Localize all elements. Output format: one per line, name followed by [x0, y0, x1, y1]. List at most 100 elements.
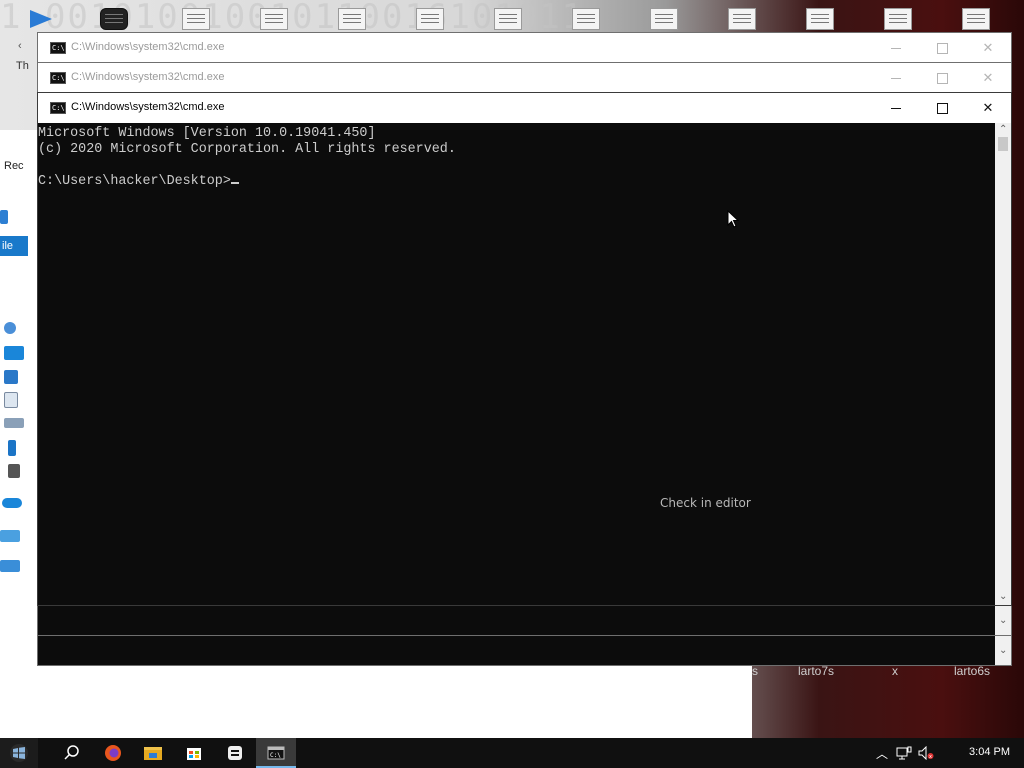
window-title: C:\Windows\system32\cmd.exe	[71, 41, 225, 53]
scrollbar-down-area[interactable]: ⌄	[995, 605, 1011, 635]
desktop-file-icon[interactable]	[806, 8, 834, 30]
mouse-pointer-icon	[727, 210, 739, 228]
text-cursor	[230, 182, 239, 184]
console-line: (c) 2020 Microsoft Corporation. All righ…	[38, 142, 456, 157]
scroll-down-arrow-icon[interactable]: ⌄	[999, 615, 1007, 626]
close-icon: ✕	[982, 70, 994, 85]
console-prompt-line[interactable]: C:\Users\hacker\Desktop>	[38, 174, 995, 190]
desktop-file-icon[interactable]	[338, 8, 366, 30]
search-button[interactable]	[52, 738, 92, 768]
cmd-icon: C:\	[267, 746, 285, 760]
videos-icon[interactable]	[8, 464, 20, 478]
window-title: C:\Windows\system32\cmd.exe	[71, 71, 225, 83]
maximize-icon	[936, 72, 948, 84]
minimize-button[interactable]	[873, 93, 919, 123]
cmd-app-icon: C:\	[50, 42, 66, 54]
taskbar-firefox[interactable]	[93, 738, 133, 768]
desktop-file-icon[interactable]	[728, 8, 756, 30]
taskbar-app[interactable]	[215, 738, 255, 768]
maximize-button[interactable]	[919, 63, 965, 93]
desktop-file-label: x	[892, 664, 898, 678]
maximize-button[interactable]	[919, 33, 965, 63]
maximize-icon	[936, 42, 948, 54]
scroll-down-arrow-icon[interactable]: ⌄	[999, 592, 1007, 602]
network-icon[interactable]	[0, 560, 20, 572]
documents-icon[interactable]	[4, 392, 18, 408]
show-hidden-icons-chevron-icon[interactable]: ︿	[874, 745, 890, 761]
vertical-scrollbar[interactable]: ⌃ ⌄	[995, 123, 1011, 605]
close-icon: ✕	[982, 40, 994, 55]
explorer-recent-label: Rec	[4, 160, 24, 172]
desktop-file-icon[interactable]	[416, 8, 444, 30]
clock[interactable]: 3:04 PM	[969, 746, 1010, 758]
volume-muted-icon[interactable]: x	[918, 745, 934, 761]
check-in-editor-hint[interactable]: Check in editor	[660, 496, 751, 510]
taskbar: C:\ ︿ x 3:04 PM	[0, 738, 1024, 768]
close-icon: ✕	[982, 100, 994, 115]
explorer-file-tab[interactable]: ile	[0, 236, 28, 256]
cmd-window-active[interactable]: C:\ C:\Windows\system32\cmd.exe ✕ Micros…	[37, 92, 1012, 606]
desktop-file-label: s	[752, 664, 758, 678]
explorer-back-glyph: ‹	[18, 40, 22, 52]
explorer-text-fragment: Th	[16, 60, 29, 72]
search-icon	[64, 745, 79, 760]
desktop-file-icon[interactable]	[962, 8, 990, 30]
minimize-icon	[891, 47, 901, 49]
onedrive-icon[interactable]	[2, 498, 22, 508]
close-button[interactable]: ✕	[965, 93, 1011, 123]
downloads-icon[interactable]	[4, 370, 18, 384]
taskbar-cmd[interactable]: C:\	[256, 738, 296, 768]
desktop-app-icon[interactable]	[100, 8, 128, 30]
pictures-icon[interactable]	[4, 418, 24, 428]
window-titlebar[interactable]: C:\ C:\Windows\system32\cmd.exe ✕	[38, 63, 1011, 93]
desktop-file-icon[interactable]	[182, 8, 210, 30]
window-titlebar[interactable]: C:\ C:\Windows\system32\cmd.exe ✕	[38, 33, 1011, 63]
svg-text:C:\: C:\	[270, 752, 281, 759]
desktop-file-icon[interactable]	[884, 8, 912, 30]
cmd-app-icon: C:\	[50, 72, 66, 84]
quick-access-star-icon[interactable]	[4, 322, 16, 334]
desktop-file-label: larto6s	[954, 664, 991, 678]
scroll-up-arrow-icon[interactable]: ⌃	[999, 125, 1007, 135]
taskbar-store[interactable]	[174, 738, 214, 768]
desktop-file-icon[interactable]	[260, 8, 288, 30]
minimize-icon	[891, 77, 901, 79]
console-output[interactable]: Microsoft Windows [Version 10.0.19041.45…	[38, 123, 995, 605]
minimize-button[interactable]	[873, 63, 919, 93]
maximize-icon	[936, 102, 948, 114]
minimize-icon	[891, 107, 901, 109]
app-icon	[228, 746, 242, 760]
desktop-file-icon[interactable]	[572, 8, 600, 30]
explorer-nav-arrow-icon[interactable]	[0, 210, 8, 224]
minimize-button[interactable]	[873, 33, 919, 63]
close-button[interactable]: ✕	[965, 63, 1011, 93]
desktop-icons-row	[30, 8, 1024, 30]
taskbar-file-explorer[interactable]	[133, 738, 173, 768]
desktop-file-icon[interactable]	[650, 8, 678, 30]
desktop-shortcut-icon[interactable]	[28, 8, 56, 30]
close-button[interactable]: ✕	[965, 33, 1011, 63]
console-line: Microsoft Windows [Version 10.0.19041.45…	[38, 126, 376, 141]
scrollbar-down-area[interactable]: ⌄	[995, 635, 1011, 665]
window-title: C:\Windows\system32\cmd.exe	[71, 101, 225, 113]
scroll-down-arrow-icon[interactable]: ⌄	[999, 645, 1007, 656]
desktop-file-icon[interactable]	[494, 8, 522, 30]
svg-text:x: x	[929, 754, 932, 760]
store-icon	[187, 748, 201, 760]
scrollbar-thumb[interactable]	[998, 137, 1008, 151]
maximize-button[interactable]	[919, 93, 965, 123]
window-titlebar[interactable]: C:\ C:\Windows\system32\cmd.exe ✕	[38, 93, 1011, 123]
file-explorer-icon	[144, 747, 162, 760]
start-button[interactable]	[0, 738, 38, 768]
desktop-file-label: larto7s	[798, 664, 835, 678]
windows-logo-icon	[10, 744, 28, 762]
firefox-icon	[105, 745, 121, 761]
network-icon[interactable]	[896, 745, 912, 761]
console-prompt: C:\Users\hacker\Desktop>	[38, 174, 231, 189]
desktop-folder-icon[interactable]	[4, 346, 24, 360]
desktop-file-labels: s larto7s x larto6s	[752, 664, 1024, 684]
cmd-app-icon: C:\	[50, 102, 66, 114]
music-icon[interactable]	[8, 440, 16, 456]
this-pc-icon[interactable]	[0, 530, 20, 542]
